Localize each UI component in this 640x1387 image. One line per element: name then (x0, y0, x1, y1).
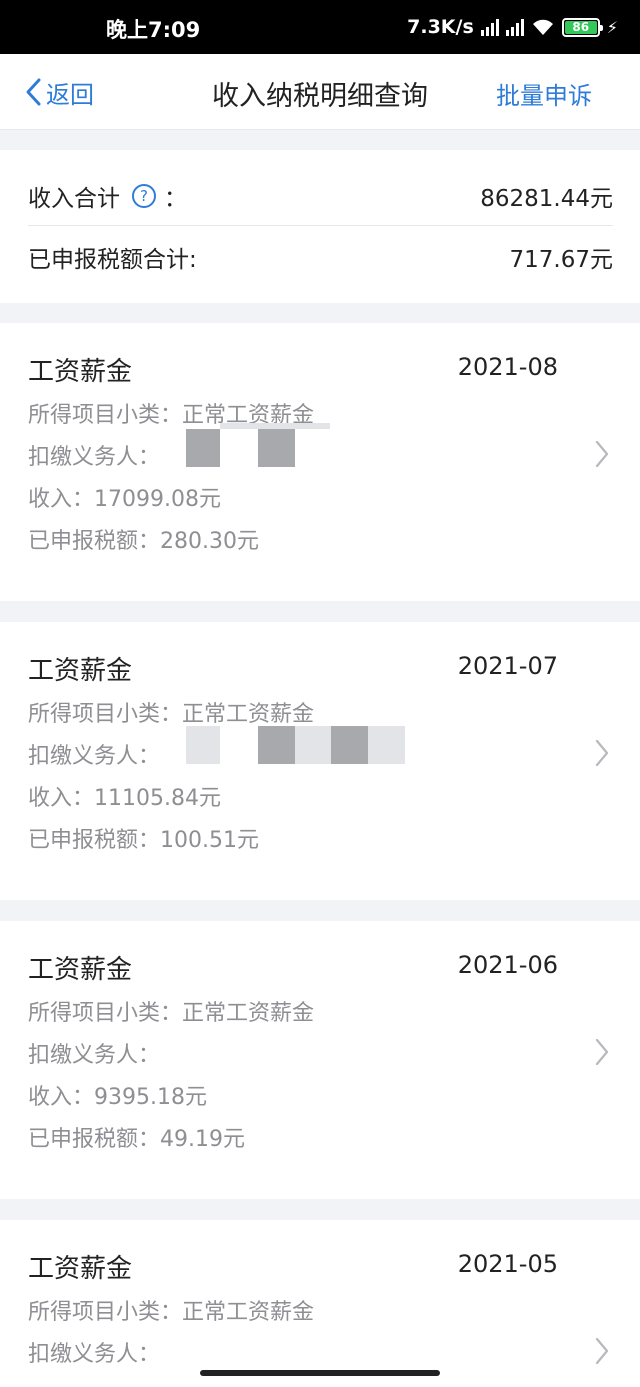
batch-appeal-button[interactable]: 批量申诉 (496, 76, 592, 111)
battery-level: 86 (564, 20, 597, 34)
record-card[interactable]: 工资薪金 2021-06 所得项目小类：正常工资薪金 扣缴义务人： 收入：939… (0, 921, 640, 1199)
record-subcategory: 所得项目小类：正常工资薪金 (28, 1300, 315, 1325)
chevron-right-icon (595, 739, 609, 767)
status-bar: 晚上7:09 7.3K/s 86 ⚡ (0, 0, 640, 54)
network-speed: 7.3K/s (407, 16, 474, 38)
record-withholder: 扣缴义务人： (28, 445, 161, 470)
redaction-block (368, 726, 405, 764)
tax-total-value: 717.67元 (509, 247, 613, 273)
record-card[interactable]: 工资薪金 2021-07 所得项目小类：正常工资薪金 扣缴义务人： 收入：111… (0, 622, 640, 900)
question-circle-icon[interactable]: ? (132, 183, 156, 208)
record-card[interactable]: 工资薪金 2021-05 所得项目小类：正常工资薪金 扣缴义务人： (0, 1220, 640, 1387)
redaction-block (258, 726, 295, 764)
record-date: 2021-05 (457, 1250, 558, 1278)
record-income: 收入：11105.84元 (28, 786, 221, 811)
record-date: 2021-07 (457, 652, 558, 680)
record-withholder: 扣缴义务人： (28, 1342, 161, 1367)
redaction-block (220, 423, 330, 429)
income-total-value: 86281.44元 (480, 185, 613, 212)
record-title: 工资薪金 (28, 656, 133, 686)
status-time: 晚上7:09 (106, 18, 201, 42)
record-card[interactable]: 工资薪金 2021-08 所得项目小类：正常工资薪金 扣缴义务人： 收入：170… (0, 323, 640, 601)
status-indicators: 7.3K/s 86 ⚡ (407, 14, 618, 40)
redaction-block (331, 726, 368, 764)
redaction-block (186, 429, 220, 467)
tax-total-label: 已申报税额合计: (28, 247, 197, 273)
signal-icon (480, 18, 499, 36)
record-title: 工资薪金 (28, 1254, 133, 1284)
income-colon: ： (164, 185, 187, 212)
wifi-icon (531, 18, 555, 36)
charging-icon: ⚡ (606, 17, 618, 37)
record-title: 工资薪金 (28, 357, 133, 387)
income-total-label: 收入合计 (28, 185, 120, 212)
record-tax: 已申报税额：280.30元 (28, 529, 259, 554)
chevron-right-icon (595, 440, 609, 468)
record-tax: 已申报税额：49.19元 (28, 1127, 245, 1152)
redaction-block (186, 726, 220, 764)
record-income: 收入：9395.18元 (28, 1085, 207, 1110)
record-income: 收入：17099.08元 (28, 487, 221, 512)
income-total-row: 收入合计 ? ： 86281.44元 (28, 166, 613, 226)
record-date: 2021-06 (457, 951, 558, 979)
home-indicator[interactable] (200, 1370, 440, 1376)
record-subcategory: 所得项目小类：正常工资薪金 (28, 702, 315, 727)
redaction-block (295, 726, 331, 764)
record-title: 工资薪金 (28, 955, 133, 985)
summary-panel: 收入合计 ? ： 86281.44元 已申报税额合计: 717.67元 (0, 150, 640, 303)
record-date: 2021-08 (457, 353, 558, 381)
signal-icon-2 (505, 18, 524, 36)
chevron-right-icon (595, 1038, 609, 1066)
battery-icon: 86 (561, 17, 603, 37)
tax-total-row: 已申报税额合计: 717.67元 (28, 227, 613, 287)
record-subcategory: 所得项目小类：正常工资薪金 (28, 1001, 315, 1026)
chevron-right-icon (595, 1337, 609, 1365)
record-withholder: 扣缴义务人： (28, 1043, 161, 1068)
nav-bar: 返回 收入纳税明细查询 批量申诉 (0, 54, 640, 130)
record-withholder: 扣缴义务人： (28, 744, 161, 769)
redaction-block (258, 429, 295, 467)
record-tax: 已申报税额：100.51元 (28, 828, 259, 853)
